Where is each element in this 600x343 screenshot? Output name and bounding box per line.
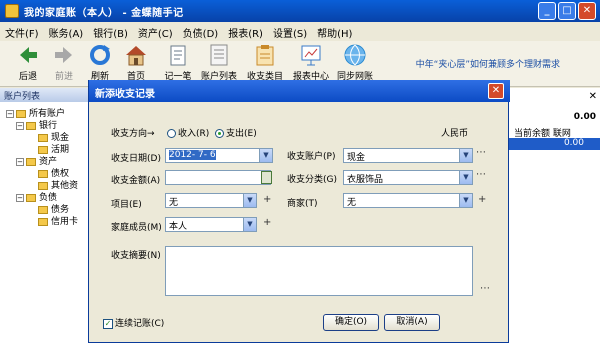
- refresh-icon: [88, 43, 112, 67]
- summary-textarea[interactable]: [165, 246, 473, 296]
- close-button[interactable]: ✕: [578, 2, 596, 20]
- promo-link[interactable]: 中年“夹心层”如何兼顾多个理财需求: [416, 57, 560, 70]
- add-record-dialog: 新添收支记录 ✕ 收支方向→ 收入(R) 支出(E) 人民币 收支日期(D) 2…: [88, 80, 510, 343]
- expense-radio[interactable]: 支出(E): [213, 126, 257, 139]
- home-icon: [124, 43, 148, 67]
- menu-liabilities[interactable]: 负债(D): [178, 22, 224, 40]
- menu-reports[interactable]: 报表(R): [223, 22, 268, 40]
- folder-icon: [26, 121, 36, 130]
- category-label: 收支分类(G): [287, 175, 337, 185]
- tree-item[interactable]: 信用卡: [38, 214, 78, 227]
- checkbox-checked-icon: ✓: [103, 318, 113, 329]
- table-row[interactable]: 0.00: [509, 138, 600, 150]
- project-label: 项目(E): [111, 200, 142, 210]
- report-icon: [299, 43, 323, 67]
- merchant-label: 商家(T): [287, 199, 318, 209]
- income-radio[interactable]: 收入(R): [165, 126, 209, 139]
- collapse-icon[interactable]: −: [16, 193, 24, 202]
- add-member-button[interactable]: +: [263, 217, 271, 228]
- folder-icon: [38, 145, 48, 154]
- member-label: 家庭成员(M): [111, 223, 162, 233]
- sync-button[interactable]: 同步网账: [337, 43, 373, 82]
- record-button[interactable]: 记一笔: [160, 43, 196, 82]
- account-table-area: ✕ 0.00 当前余额 联网 0.00: [509, 88, 600, 343]
- report-center-button[interactable]: 报表中心: [293, 43, 329, 82]
- chevron-down-icon[interactable]: ▼: [459, 149, 472, 162]
- folder-icon: [38, 181, 48, 190]
- app-icon: [5, 4, 19, 18]
- account-list-button[interactable]: 账户列表: [201, 43, 237, 82]
- direction-label: 收支方向→: [111, 129, 155, 139]
- collapse-icon[interactable]: −: [6, 109, 14, 118]
- back-arrow-icon: [16, 43, 40, 67]
- add-project-button[interactable]: +: [263, 194, 271, 205]
- forward-arrow-icon: [52, 43, 76, 67]
- menu-settings[interactable]: 设置(S): [268, 22, 312, 40]
- maximize-button[interactable]: □: [558, 2, 576, 20]
- pencil-icon: [166, 43, 190, 67]
- more-categories-button[interactable]: ⋯: [476, 169, 486, 180]
- more-summary-button[interactable]: ⋯: [480, 283, 490, 294]
- total-balance: 0.00: [573, 112, 596, 122]
- category-select[interactable]: 衣服饰品 ▼: [343, 170, 473, 185]
- window-title: 我的家庭账（本人） - 金蝶随手记: [24, 8, 184, 19]
- account-list-icon: [207, 43, 231, 67]
- menu-help[interactable]: 帮助(H): [312, 22, 357, 40]
- summary-label: 收支摘要(N): [111, 251, 161, 261]
- collapse-icon[interactable]: −: [16, 157, 24, 166]
- calculator-icon[interactable]: [261, 171, 272, 184]
- account-select[interactable]: 现金 ▼: [343, 148, 473, 163]
- continuous-checkbox[interactable]: ✓ 连续记账(C): [103, 316, 164, 329]
- account-label: 收支账户(P): [287, 152, 336, 162]
- window-titlebar: 我的家庭账（本人） - 金蝶随手记 _ □ ✕: [0, 0, 600, 22]
- menu-accounts[interactable]: 账务(A): [44, 22, 89, 40]
- close-icon[interactable]: ✕: [589, 91, 597, 102]
- member-select[interactable]: 本人 ▼: [165, 217, 257, 232]
- more-accounts-button[interactable]: ⋯: [476, 147, 486, 158]
- currency-label: 人民币: [441, 129, 469, 139]
- date-picker[interactable]: 2012- 7- 6 ▼: [165, 148, 273, 163]
- radio-icon: [167, 129, 176, 138]
- chevron-down-icon[interactable]: ▼: [459, 194, 472, 207]
- category-button[interactable]: 收支类目: [247, 43, 283, 82]
- amount-label: 收支金额(A): [111, 176, 161, 186]
- folder-icon: [38, 205, 48, 214]
- radio-selected-icon: [215, 129, 224, 138]
- menu-bar: 文件(F) 账务(A) 银行(B) 资产(C) 负债(D) 报表(R) 设置(S) 帮助(H): [0, 22, 600, 41]
- home-button[interactable]: 首页: [118, 43, 154, 82]
- dialog-close-button[interactable]: ✕: [488, 83, 504, 99]
- folder-icon: [16, 109, 26, 118]
- add-merchant-button[interactable]: +: [478, 194, 486, 205]
- menu-file[interactable]: 文件(F): [0, 22, 44, 40]
- cancel-button[interactable]: 取消(A): [384, 314, 440, 331]
- minimize-button[interactable]: _: [538, 2, 556, 20]
- amount-input[interactable]: [165, 170, 271, 185]
- forward-button[interactable]: 前进: [46, 43, 82, 82]
- project-select[interactable]: 无 ▼: [165, 193, 257, 208]
- chevron-down-icon[interactable]: ▼: [243, 218, 256, 231]
- date-label: 收支日期(D): [111, 154, 161, 164]
- refresh-button[interactable]: 刷新: [82, 43, 118, 82]
- collapse-icon[interactable]: −: [16, 121, 24, 130]
- chevron-down-icon[interactable]: ▼: [243, 194, 256, 207]
- chevron-down-icon[interactable]: ▼: [459, 171, 472, 184]
- category-icon: [253, 43, 277, 67]
- dialog-title: 新添收支记录: [89, 80, 510, 102]
- sync-globe-icon: [343, 43, 367, 67]
- menu-bank[interactable]: 银行(B): [88, 22, 133, 40]
- merchant-select[interactable]: 无 ▼: [343, 193, 473, 208]
- folder-icon: [26, 193, 36, 202]
- folder-icon: [26, 157, 36, 166]
- ok-button[interactable]: 确定(O): [323, 314, 379, 331]
- folder-icon: [38, 169, 48, 178]
- back-button[interactable]: 后退: [10, 43, 46, 82]
- folder-icon: [38, 217, 48, 226]
- chevron-down-icon[interactable]: ▼: [259, 149, 272, 162]
- folder-icon: [38, 133, 48, 142]
- menu-assets[interactable]: 资产(C): [133, 22, 178, 40]
